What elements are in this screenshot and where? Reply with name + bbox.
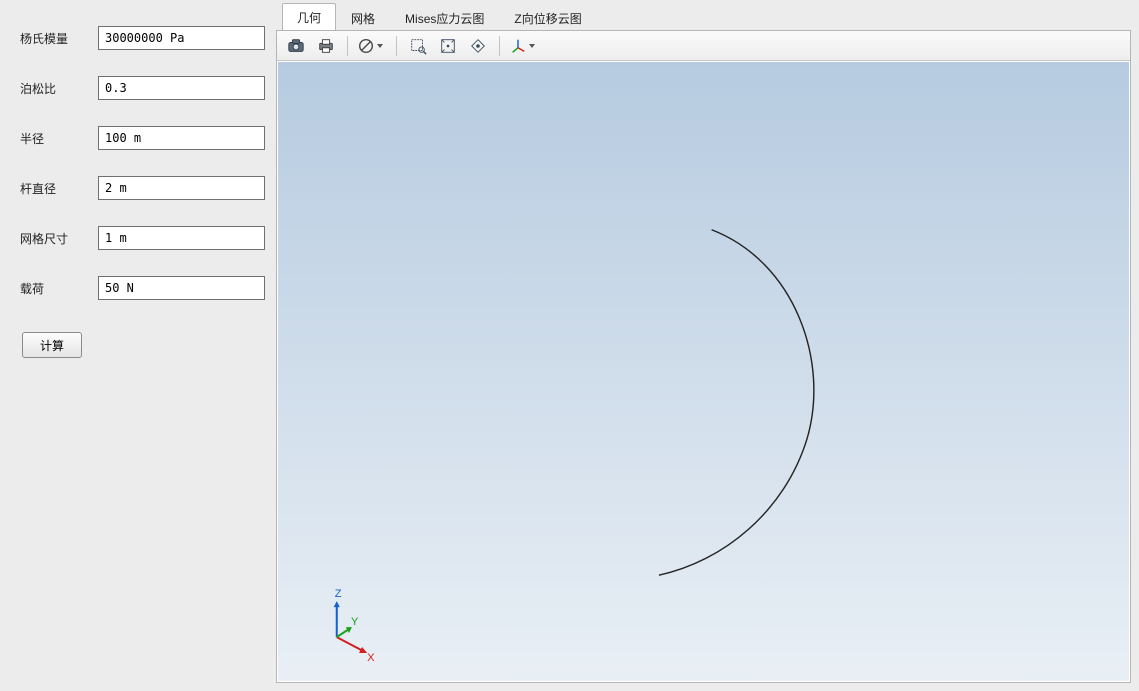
form-row: 泊松比 [20,76,256,100]
parameter-panel: 杨氏模量 泊松比 半径 杆直径 网格尺寸 载荷 计算 [0,0,276,691]
load-field[interactable] [98,276,265,300]
axis-z-label: Z [335,588,342,600]
toolbar-separator [396,36,397,56]
radius-field[interactable] [98,126,265,150]
tab-mesh[interactable]: 网格 [336,4,390,31]
viewport-toolbar [277,31,1130,61]
toolbar-separator [347,36,348,56]
tabs-strip: 几何 网格 Mises应力云图 Z向位移云图 [276,4,1131,30]
camera-icon[interactable] [283,34,309,58]
mesh-size-field[interactable] [98,226,265,250]
field-label: 杨氏模量 [20,30,98,47]
axis-y-label: Y [351,616,359,628]
poisson-ratio-field[interactable] [98,76,265,100]
field-label: 网格尺寸 [20,230,98,247]
zoom-box-icon[interactable] [405,34,431,58]
tab-z-displacement[interactable]: Z向位移云图 [499,4,596,31]
form-row: 杆直径 [20,176,256,200]
form-row: 网格尺寸 [20,226,256,250]
toolbar-separator [499,36,500,56]
field-label: 载荷 [20,280,98,297]
axis-triad: Z X Y [334,588,375,664]
rotate-view-icon[interactable] [465,34,491,58]
form-row: 杨氏模量 [20,26,256,50]
tab-mises[interactable]: Mises应力云图 [390,4,499,31]
field-label: 半径 [20,130,98,147]
axis-x-label: X [367,652,375,664]
fit-view-icon[interactable] [435,34,461,58]
calculate-button[interactable]: 计算 [22,332,82,358]
field-label: 杆直径 [20,180,98,197]
rod-diameter-field[interactable] [98,176,265,200]
axes-dropdown-icon[interactable] [508,34,540,58]
field-label: 泊松比 [20,80,98,97]
chevron-down-icon [377,44,383,48]
tab-geometry[interactable]: 几何 [282,3,336,31]
tab-panel-geometry: Z X Y [276,30,1131,683]
viewport-area: 几何 网格 Mises应力云图 Z向位移云图 [276,0,1139,691]
chevron-down-icon [529,44,535,48]
print-icon[interactable] [313,34,339,58]
clear-dropdown-icon[interactable] [356,34,388,58]
geometry-viewport[interactable]: Z X Y [278,62,1129,681]
form-row: 载荷 [20,276,256,300]
geometry-arc [659,230,814,575]
form-row: 半径 [20,126,256,150]
youngs-modulus-field[interactable] [98,26,265,50]
